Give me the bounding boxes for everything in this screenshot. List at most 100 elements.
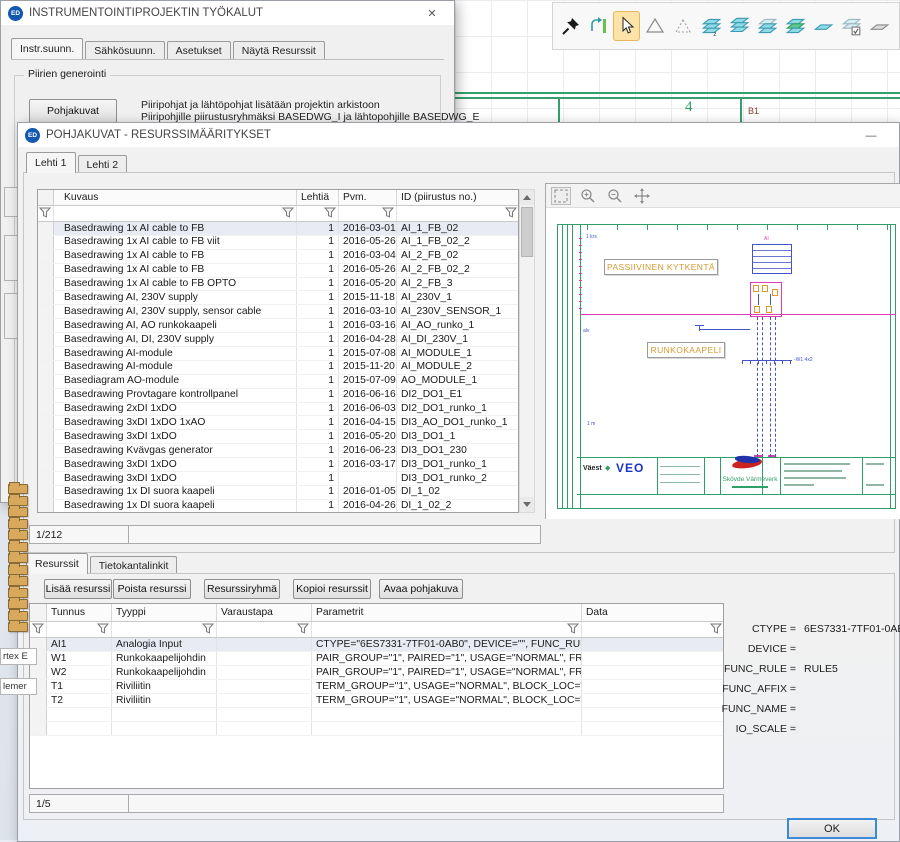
table-row[interactable]: Basedrawing 1x AI cable to FB12016-03-04… (38, 250, 518, 264)
ok-button[interactable]: OK (787, 818, 877, 839)
select-rect-icon[interactable] (551, 187, 571, 205)
filter-funnel-icon[interactable] (282, 207, 294, 221)
kopioi-resurssit-button[interactable]: Kopioi resurssit (293, 579, 371, 599)
tab-lehti-2[interactable]: Lehti 2 (78, 155, 128, 173)
scrollbar-thumb[interactable] (521, 207, 533, 257)
filter-cell[interactable] (38, 206, 54, 221)
row-selector[interactable] (38, 375, 54, 388)
filter-funnel-icon[interactable] (324, 207, 336, 221)
row-selector[interactable] (38, 236, 54, 249)
table-row[interactable]: Basedrawing AI-module12015-07-08AI_MODUL… (38, 347, 518, 361)
folder-icon[interactable] (8, 530, 28, 540)
scroll-down-icon[interactable] (520, 497, 534, 512)
close-icon[interactable]: ✕ (418, 4, 446, 23)
row-selector[interactable] (38, 389, 54, 402)
tab-tietokantalinkit[interactable]: Tietokantalinkit (90, 556, 178, 574)
lis-resurssi-button[interactable]: Lisää resurssi (44, 579, 112, 599)
tab-n-yt-resurssit[interactable]: Näytä Resurssit (233, 41, 325, 59)
row-selector[interactable] (38, 500, 54, 513)
filter-funnel-icon[interactable] (505, 207, 517, 221)
filter-funnel-icon[interactable] (97, 623, 109, 637)
filter-cell[interactable] (397, 206, 519, 221)
triangle-icon[interactable] (641, 11, 668, 41)
column-header-id-piirustus-no[interactable]: ID (piirustus no.) (397, 190, 519, 205)
tab-lehti-1[interactable]: Lehti 1 (26, 152, 76, 173)
filter-funnel-icon[interactable] (39, 207, 51, 221)
table-row[interactable]: W2RunkokaapelijohdinPAIR_GROUP="1", PAIR… (30, 666, 723, 680)
layer-gray-icon[interactable] (865, 11, 892, 41)
tools-dialog-titlebar[interactable]: ED INSTRUMENTOINTIPROJEKTIN TYÖKALUT (1, 1, 454, 25)
filter-cell[interactable] (47, 622, 112, 637)
row-selector[interactable] (38, 347, 54, 360)
table-row[interactable]: Basedrawing AI, 230V supply12015-11-18AI… (38, 291, 518, 305)
filter-funnel-icon[interactable] (32, 623, 44, 637)
table-row[interactable]: W1RunkokaapelijohdinPAIR_GROUP="1", PAIR… (30, 652, 723, 666)
filter-cell[interactable] (54, 206, 297, 221)
resurssiryhm-button[interactable]: Resurssiryhmä (204, 579, 280, 599)
column-header-lehti[interactable]: Lehtiä (297, 190, 339, 205)
table-row[interactable]: Basedrawing 1x DI suora kaapeli12016-01-… (38, 486, 518, 500)
column-header-kuvaus[interactable]: Kuvaus (54, 190, 297, 205)
table-row[interactable]: Basedrawing 1x AI cable to FB OPTO12016-… (38, 278, 518, 292)
table-row[interactable]: Basedrawing AI, AO runkokaapeli12016-03-… (38, 319, 518, 333)
row-selector[interactable] (38, 416, 54, 429)
zoom-in-icon[interactable] (578, 187, 598, 205)
filter-cell[interactable] (30, 622, 47, 637)
column-header-varaustapa[interactable]: Varaustapa (217, 604, 312, 621)
table-row[interactable]: T2RiviliitinTERM_GROUP="1", USAGE="NORMA… (30, 694, 723, 708)
row-selector[interactable] (38, 250, 54, 263)
rotate-icon[interactable] (585, 11, 612, 41)
column-header-tyyppi[interactable]: Tyyppi (112, 604, 217, 621)
filter-funnel-icon[interactable] (202, 623, 214, 637)
tab-asetukset[interactable]: Asetukset (167, 41, 231, 59)
filter-cell[interactable] (112, 622, 217, 637)
row-selector[interactable] (38, 291, 54, 304)
layers-active-icon[interactable] (781, 11, 808, 41)
filter-funnel-icon[interactable] (382, 207, 394, 221)
drawings-table-scrollbar[interactable] (519, 189, 535, 513)
column-header-parametrit[interactable]: Parametrit (312, 604, 582, 621)
zoom-out-icon[interactable] (605, 187, 625, 205)
table-row[interactable]: Basediagram AO-module12015-07-09AO_MODUL… (38, 375, 518, 389)
table-row[interactable]: Basedrawing 1x AI cable to FB viit12016-… (38, 236, 518, 250)
dashed-triangle-icon[interactable] (669, 11, 696, 41)
folder-icon[interactable] (8, 484, 28, 494)
folder-icon[interactable] (8, 519, 28, 529)
table-row[interactable]: Basedrawing 1x AI cable to FB12016-05-26… (38, 264, 518, 278)
filter-cell[interactable] (339, 206, 397, 221)
table-row[interactable]: AI1Analogia InputCTYPE="6ES7331-7TF01-0A… (30, 638, 723, 652)
table-row[interactable]: Basedrawing 3xDI 1xDO 1xAO12016-04-15DI3… (38, 416, 518, 430)
table-row[interactable]: Basedrawing 1x AI cable to FB12016-03-01… (38, 222, 518, 236)
row-selector[interactable] (38, 444, 54, 457)
avaa-pohjakuva-button[interactable]: Avaa pohjakuva (379, 579, 463, 599)
tab-resurssit[interactable]: Resurssit (26, 553, 88, 574)
filter-cell[interactable] (312, 622, 582, 637)
table-row[interactable]: Basedrawing Provtagare kontrollpanel1201… (38, 389, 518, 403)
table-row[interactable]: T1RiviliitinTERM_GROUP="1", USAGE="NORMA… (30, 680, 723, 694)
table-row[interactable]: Basedrawing AI-module12015-11-20AI_MODUL… (38, 361, 518, 375)
side-label[interactable]: lemer (0, 678, 37, 695)
table-row[interactable]: Basedrawing AI, DI, 230V supply12016-04-… (38, 333, 518, 347)
tab-s-hk-suunn[interactable]: Sähkösuunn. (85, 41, 164, 59)
table-row[interactable]: Basedrawing 2xDI 1xDO12016-06-03DI2_DO1_… (38, 403, 518, 417)
filter-cell[interactable] (217, 622, 312, 637)
row-selector[interactable] (38, 333, 54, 346)
table-row[interactable]: Basedrawing AI, 230V supply, sensor cabl… (38, 305, 518, 319)
row-selector[interactable] (38, 319, 54, 332)
folder-icon[interactable] (8, 576, 28, 586)
table-row[interactable]: Basedrawing 3xDI 1xDO12016-05-20DI3_DO1_… (38, 430, 518, 444)
layer-flat-icon[interactable] (809, 11, 836, 41)
folder-icon[interactable] (8, 588, 28, 598)
folder-icon[interactable] (8, 565, 28, 575)
row-selector[interactable] (38, 403, 54, 416)
layers-z-icon[interactable]: z (697, 11, 724, 41)
pohjakuvat-button[interactable]: Pohjakuvat (29, 99, 117, 123)
row-selector[interactable] (38, 278, 54, 291)
table-row[interactable]: Basedrawing Kvävgas generator12016-06-23… (38, 444, 518, 458)
side-label[interactable]: rtex E (0, 648, 37, 665)
scroll-up-icon[interactable] (520, 190, 534, 205)
row-selector[interactable] (38, 486, 54, 499)
row-selector[interactable] (38, 222, 54, 235)
column-header-tunnus[interactable]: Tunnus (47, 604, 112, 621)
row-selector[interactable] (30, 694, 47, 707)
